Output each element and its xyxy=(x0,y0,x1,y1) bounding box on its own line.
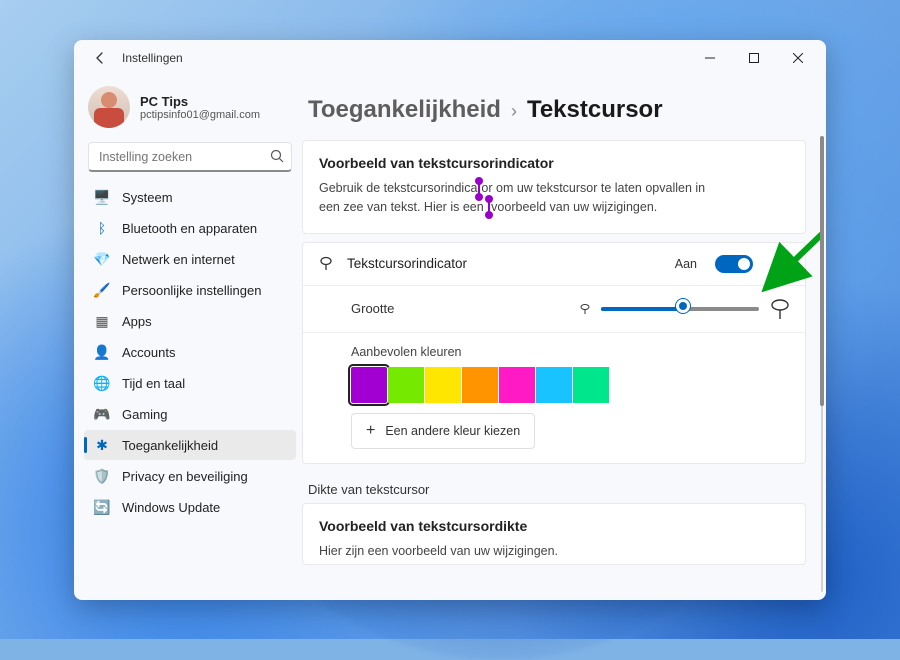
color-swatch[interactable] xyxy=(536,367,572,403)
sidebar-item-label: Bluetooth en apparaten xyxy=(122,221,257,236)
sidebar: PC Tips pctipsinfo01@gmail.com 🖥️ Systeem… xyxy=(74,76,302,600)
slider-thumb[interactable] xyxy=(676,299,690,313)
titlebar: Instellingen xyxy=(74,40,826,76)
shield-icon: 🛡️ xyxy=(94,468,110,484)
thickness-text: Hier zijn een voorbeeld van uw wijziging… xyxy=(303,542,723,565)
indicator-toggle[interactable] xyxy=(715,255,753,273)
indicator-header[interactable]: Tekstcursorindicator Aan xyxy=(303,243,805,285)
sidebar-item-label: Apps xyxy=(122,314,152,329)
user-block[interactable]: PC Tips pctipsinfo01@gmail.com xyxy=(84,80,296,142)
size-slider-track[interactable] xyxy=(601,307,759,311)
thickness-section-label: Dikte van tekstcursor xyxy=(302,472,806,503)
sidebar-item-label: Windows Update xyxy=(122,500,220,515)
preview-card: Voorbeeld van tekstcursorindicator Gebru… xyxy=(302,140,806,234)
close-icon xyxy=(793,53,803,63)
sidebar-item-label: Toegankelijkheid xyxy=(122,438,218,453)
close-button[interactable] xyxy=(776,42,820,74)
thickness-title: Voorbeeld van tekstcursordikte xyxy=(303,504,805,542)
sidebar-item-persoonlijke-instellingen[interactable]: 🖌️ Persoonlijke instellingen xyxy=(84,275,296,305)
scrollbar-thumb[interactable] xyxy=(820,136,824,406)
breadcrumb-current: Tekstcursor xyxy=(527,96,663,124)
sidebar-item-tijd-en-taal[interactable]: 🌐 Tijd en taal xyxy=(84,368,296,398)
sidebar-item-systeem[interactable]: 🖥️ Systeem xyxy=(84,182,296,212)
large-indicator-icon xyxy=(769,298,791,320)
preview-title: Voorbeeld van tekstcursorindicator xyxy=(303,141,805,179)
cursor-indicator-icon xyxy=(317,255,335,273)
search-input[interactable] xyxy=(88,142,292,172)
globe-icon: 🌐 xyxy=(94,375,110,391)
user-name: PC Tips xyxy=(140,94,260,109)
sidebar-item-netwerk-en-internet[interactable]: 💎 Netwerk en internet xyxy=(84,244,296,274)
gaming-icon: 🎮 xyxy=(94,406,110,422)
annotation-arrow xyxy=(752,226,826,296)
color-swatch[interactable] xyxy=(388,367,424,403)
minimize-button[interactable] xyxy=(688,42,732,74)
size-slider xyxy=(579,298,791,320)
sidebar-item-gaming[interactable]: 🎮 Gaming xyxy=(84,399,296,429)
sidebar-item-toegankelijkheid[interactable]: ✱ Toegankelijkheid xyxy=(84,430,296,460)
sidebar-item-label: Privacy en beveiliging xyxy=(122,469,248,484)
color-swatch[interactable] xyxy=(425,367,461,403)
color-swatch[interactable] xyxy=(499,367,535,403)
size-label: Grootte xyxy=(351,301,579,316)
display-icon: 🖥️ xyxy=(94,189,110,205)
color-section: Aanbevolen kleuren + Een andere kleur ki… xyxy=(303,332,805,463)
update-icon: 🔄 xyxy=(94,499,110,515)
arrow-left-icon xyxy=(93,51,107,65)
search-box xyxy=(88,142,292,172)
accessibility-icon: ✱ xyxy=(94,437,110,453)
avatar xyxy=(88,86,130,128)
size-row: Grootte xyxy=(303,285,805,332)
account-icon: 👤 xyxy=(94,344,110,360)
breadcrumb: Toegankelijkheid › Tekstcursor xyxy=(302,90,806,140)
sidebar-item-bluetooth-en-apparaten[interactable]: ᛒ Bluetooth en apparaten xyxy=(84,213,296,243)
cursor-indicator-icon xyxy=(478,182,480,196)
chevron-right-icon: › xyxy=(511,101,517,122)
colors-label: Aanbevolen kleuren xyxy=(351,345,791,359)
nav-list: 🖥️ Systeem ᛒ Bluetooth en apparaten 💎 Netwerk… xyxy=(84,182,296,522)
window-title: Instellingen xyxy=(122,51,183,65)
cursor-indicator-icon xyxy=(488,200,490,214)
indicator-label: Tekstcursorindicator xyxy=(347,256,663,271)
sidebar-item-label: Systeem xyxy=(122,190,173,205)
wifi-icon: 💎 xyxy=(94,251,110,267)
sidebar-item-label: Tijd en taal xyxy=(122,376,185,391)
color-swatch[interactable] xyxy=(573,367,609,403)
color-swatch[interactable] xyxy=(462,367,498,403)
indicator-expander: Tekstcursorindicator Aan Grootte xyxy=(302,242,806,464)
thickness-card: Voorbeeld van tekstcursordikte Hier zijn… xyxy=(302,503,806,566)
brush-icon: 🖌️ xyxy=(94,282,110,298)
maximize-button[interactable] xyxy=(732,42,776,74)
sidebar-item-label: Netwerk en internet xyxy=(122,252,235,267)
back-button[interactable] xyxy=(86,44,114,72)
breadcrumb-parent[interactable]: Toegankelijkheid xyxy=(308,96,501,124)
sidebar-item-label: Accounts xyxy=(122,345,175,360)
small-indicator-icon xyxy=(579,303,591,315)
sidebar-item-apps[interactable]: ▦ Apps xyxy=(84,306,296,336)
bluetooth-icon: ᛒ xyxy=(94,220,110,236)
other-color-label: Een andere kleur kiezen xyxy=(385,424,520,438)
other-color-button[interactable]: + Een andere kleur kiezen xyxy=(351,413,535,449)
settings-window: Instellingen PC Tips pctipsinfo01@gmail.… xyxy=(74,40,826,600)
sidebar-item-label: Gaming xyxy=(122,407,168,422)
window-controls xyxy=(688,42,820,74)
search-icon xyxy=(270,149,284,168)
sidebar-item-accounts[interactable]: 👤 Accounts xyxy=(84,337,296,367)
sidebar-item-label: Persoonlijke instellingen xyxy=(122,283,261,298)
preview-text: Gebruik de tekstcursorindicaor om uw tek… xyxy=(303,179,723,233)
user-email: pctipsinfo01@gmail.com xyxy=(140,109,260,121)
sidebar-item-privacy-en-beveiliging[interactable]: 🛡️ Privacy en beveiliging xyxy=(84,461,296,491)
content-area: Toegankelijkheid › Tekstcursor Voorbeeld… xyxy=(302,76,826,600)
color-swatches xyxy=(351,367,791,403)
plus-icon: + xyxy=(366,422,375,440)
minimize-icon xyxy=(705,53,715,63)
color-swatch[interactable] xyxy=(351,367,387,403)
maximize-icon xyxy=(749,53,759,63)
apps-icon: ▦ xyxy=(94,313,110,329)
toggle-state: Aan xyxy=(675,257,697,271)
sidebar-item-windows-update[interactable]: 🔄 Windows Update xyxy=(84,492,296,522)
